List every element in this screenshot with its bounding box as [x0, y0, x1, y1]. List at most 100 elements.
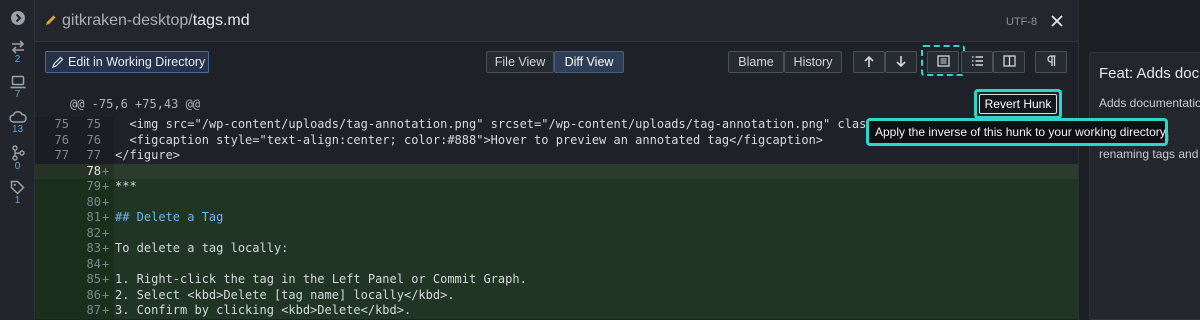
revert-hunk-button[interactable]: Revert Hunk — [979, 94, 1057, 114]
old-line-number: 77 — [54, 148, 69, 162]
next-change-button[interactable] — [885, 51, 917, 73]
line-code: 2. Select <kbd>Delete [tag name] locally… — [115, 287, 455, 302]
line-marker: + — [102, 163, 110, 178]
line-code: *** — [115, 179, 137, 193]
commit-description-line: Adds documentation — [1099, 96, 1200, 110]
new-line-number: 79 — [86, 179, 101, 193]
line-code: <img src="/wp-content/uploads/tag-annota… — [115, 117, 881, 131]
edit-button-label: Edit in Working Directory — [68, 55, 206, 69]
new-line-number: 75 — [86, 117, 101, 131]
left-rail: 2 7 13 0 1 — [0, 0, 35, 320]
new-line-number: 86 — [86, 287, 101, 302]
arrows-swap-icon — [11, 40, 24, 54]
rail-count: 7 — [14, 89, 21, 100]
line-marker: + — [102, 225, 110, 240]
commit-card: Feat: Adds doc Adds documentation clarif… — [1089, 52, 1200, 320]
split-view-button[interactable] — [993, 51, 1025, 73]
rail-count: 13 — [11, 124, 24, 135]
new-line-number: 76 — [86, 132, 101, 147]
diff-line-added[interactable]: 83 + To delete a tag locally: — [35, 241, 1078, 257]
rail-item-remote[interactable]: 13 — [0, 110, 35, 135]
old-line-number: 75 — [54, 117, 69, 131]
diff-line-added[interactable]: 87 +3. Confirm by clicking <kbd>Delete</k… — [35, 303, 1078, 319]
commit-title: Feat: Adds doc — [1099, 65, 1200, 82]
chevron-right-circle-icon — [10, 11, 25, 25]
branch-icon — [11, 145, 25, 161]
diff-line-added[interactable]: 84 + — [35, 256, 1078, 272]
line-marker: + — [102, 194, 110, 209]
diff-lines: 75 75 <img src="/wp-content/uploads/tag-a… — [35, 117, 1078, 319]
previous-change-button[interactable] — [853, 51, 885, 73]
diff-line-added[interactable]: 79 + *** — [35, 179, 1078, 195]
line-marker: + — [102, 241, 110, 255]
new-line-number: 84 — [86, 256, 101, 271]
new-line-number: 87 — [86, 303, 101, 317]
diff-line-added[interactable]: 86 +2. Select <kbd>Delete [tag name] loca… — [35, 287, 1078, 303]
line-code: 3. Confirm by clicking <kbd>Delete</kbd>… — [115, 303, 412, 317]
file-title-bar: gitkraken-desktop/tags.md UTF-8 — [35, 0, 1078, 42]
hunk-header: @@ -75,6 +75,43 @@ — [70, 97, 201, 111]
diff-line-added[interactable]: 81 + ## Delete a Tag — [35, 210, 1078, 226]
commit-detail-panel: Feat: Adds doc Adds documentation clarif… — [1078, 0, 1200, 320]
new-line-number: 80 — [86, 194, 101, 209]
file-view-button[interactable]: File View — [486, 51, 554, 73]
diff-line-added[interactable]: 85 +1. Right-click the tag in the Left Pa… — [35, 272, 1078, 288]
new-line-number: 81 — [86, 210, 101, 224]
new-line-number: 83 — [86, 241, 101, 255]
encoding-label: UTF-8 — [1006, 16, 1038, 28]
diff-line-added[interactable]: 78 + — [35, 163, 1078, 179]
repo-name: gitkraken-desktop/ — [62, 12, 193, 29]
arrow-up-icon — [864, 55, 874, 67]
line-code: ## Delete a Tag — [115, 210, 224, 224]
show-whitespace-button[interactable] — [1035, 51, 1067, 73]
cloud-icon — [8, 110, 27, 123]
close-icon[interactable] — [1048, 12, 1066, 30]
arrow-down-icon — [896, 56, 906, 68]
edit-in-working-directory-button[interactable]: Edit in Working Directory — [45, 51, 209, 73]
laptop-icon — [10, 75, 25, 89]
new-line-number: 85 — [86, 272, 101, 286]
pilcrow-icon — [1046, 55, 1055, 66]
history-button[interactable]: History — [784, 51, 842, 73]
rail-item-worktrees[interactable]: 0 — [0, 145, 35, 172]
line-marker: + — [102, 256, 110, 271]
new-line-number: 82 — [86, 225, 101, 240]
rail-item-local[interactable]: 7 — [0, 75, 35, 100]
rail-item-toggle[interactable] — [0, 10, 35, 26]
line-code: </figure> — [115, 148, 181, 162]
diff-toolbar: Edit in Working Directory File View Diff… — [35, 43, 1078, 83]
hunk-view-button[interactable] — [927, 51, 959, 73]
revert-hunk-tooltip: Apply the inverse of this hunk to your w… — [866, 118, 1168, 146]
tag-icon — [10, 180, 25, 195]
diff-view-button[interactable]: Diff View — [554, 51, 624, 73]
file-name: tags.md — [192, 12, 250, 29]
line-code: <figcaption style="text-align:center; co… — [115, 132, 824, 147]
list-icon — [971, 56, 983, 66]
new-line-number: 77 — [86, 148, 101, 162]
line-marker: + — [102, 287, 110, 302]
diff-line-added[interactable]: 82 + — [35, 225, 1078, 241]
diff-line[interactable]: 77 77 </figure> — [35, 148, 1078, 164]
pencil-icon — [52, 56, 64, 68]
file-path: gitkraken-desktop/tags.md — [62, 12, 250, 30]
line-marker: + — [102, 179, 110, 193]
line-code: 1. Right-click the tag in the Left Panel… — [115, 272, 527, 286]
blame-button[interactable]: Blame — [728, 51, 784, 73]
line-code: To delete a tag locally: — [115, 241, 289, 255]
rail-count: 1 — [14, 195, 21, 206]
diff-panel: gitkraken-desktop/tags.md UTF-8 Edit in … — [35, 0, 1078, 320]
rail-count: 0 — [14, 161, 21, 172]
diff-line-added[interactable]: 80 + — [35, 194, 1078, 210]
rail-item-tags[interactable]: 1 — [0, 180, 35, 206]
hunk-view-icon — [936, 55, 950, 67]
rail-count: 2 — [14, 54, 21, 65]
split-view-icon — [1002, 55, 1016, 67]
new-line-number: 78 — [86, 163, 101, 178]
commit-description-line: renaming tags and — [1099, 147, 1199, 161]
old-line-number: 76 — [54, 132, 69, 147]
rail-item-pull-requests[interactable]: 2 — [0, 40, 35, 65]
inline-view-button[interactable] — [961, 51, 993, 73]
pencil-icon — [46, 15, 56, 25]
line-marker: + — [102, 272, 110, 286]
line-marker: + — [102, 210, 110, 224]
